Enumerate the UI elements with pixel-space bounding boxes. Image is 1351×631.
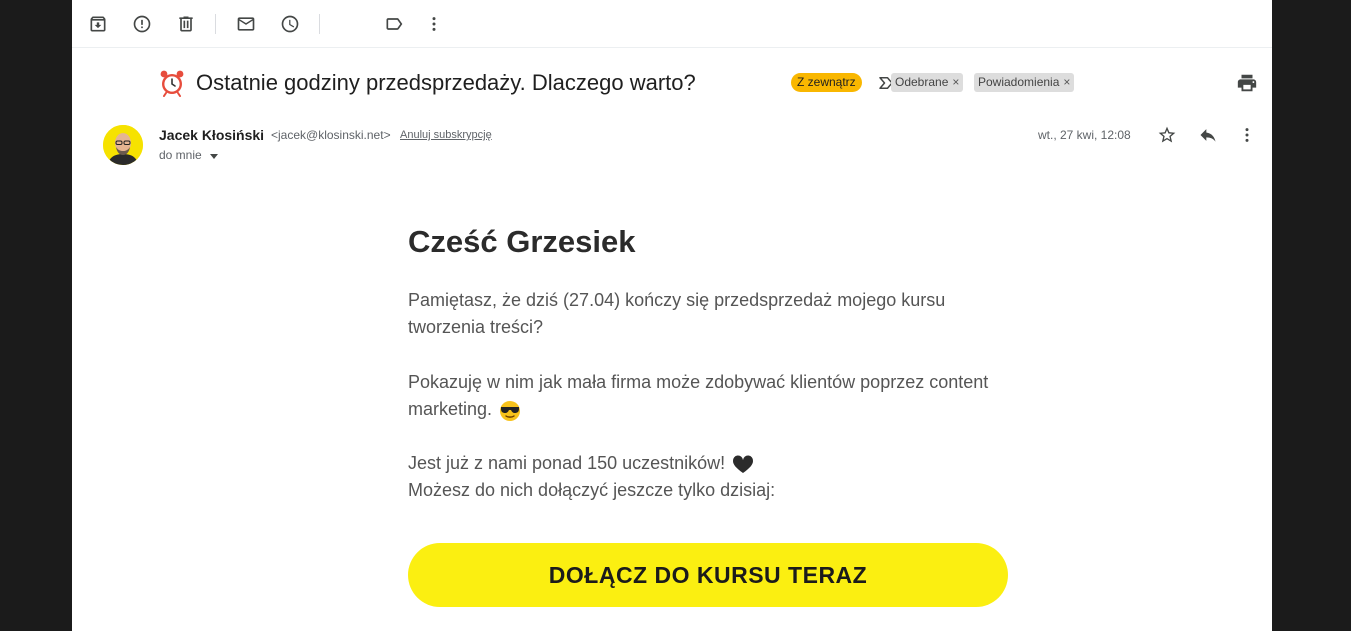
mark-unread-icon[interactable] (230, 8, 262, 40)
label-chip-inbox[interactable]: Odebrane × (891, 73, 964, 92)
toolbar-divider (319, 14, 320, 34)
body-paragraph: Pamiętasz, że dziś (27.04) kończy się pr… (408, 290, 946, 337)
snooze-icon[interactable] (274, 8, 306, 40)
label-chip-notifications[interactable]: Powiadomienia × (974, 73, 1075, 92)
remove-label-icon[interactable]: × (952, 75, 959, 89)
subject-row: Ostatnie godziny przedsprzedaży. Dlaczeg… (158, 68, 1258, 98)
alarm-clock-icon (160, 70, 184, 97)
reply-icon[interactable] (1196, 123, 1220, 147)
more-options-icon[interactable] (418, 8, 450, 40)
recipient-text: do mnie (159, 148, 202, 162)
print-icon[interactable] (1236, 72, 1258, 94)
email-date: wt., 27 kwi, 12:08 (1038, 128, 1131, 142)
sender-email: <jacek@klosinski.net> (271, 128, 391, 142)
body-paragraph-text: Jest już z nami ponad 150 uczestników! (408, 453, 726, 473)
remove-label-icon[interactable]: × (1063, 75, 1070, 89)
sender-name: Jacek Kłosiński (159, 127, 265, 143)
body-paragraph-text: Pokazuję w nim jak mała firma może zdoby… (408, 372, 989, 419)
black-heart-icon (733, 455, 754, 474)
email-greeting: Cześć Grzesiek (408, 224, 636, 259)
more-actions-icon[interactable] (1235, 123, 1259, 147)
body-paragraph-text: Możesz do nich dołączyć jeszcze tylko dz… (408, 480, 776, 500)
recipient-details-chevron-down-icon[interactable] (208, 151, 220, 161)
sunglasses-emoji-icon (500, 401, 521, 422)
external-badge: Z zewnątrz (791, 73, 862, 92)
join-course-button[interactable]: DOŁĄCZ DO KURSU TERAZ (408, 543, 1008, 607)
delete-icon[interactable] (170, 8, 202, 40)
email-view: Ostatnie godziny przedsprzedaży. Dlaczeg… (72, 0, 1272, 631)
label-chip-text: Powiadomienia (978, 75, 1060, 89)
unsubscribe-link[interactable]: Anuluj subskrypcję (400, 129, 492, 141)
toolbar-divider (215, 14, 216, 34)
archive-icon[interactable] (82, 8, 114, 40)
star-icon[interactable] (1155, 123, 1179, 147)
avatar-portrait-icon (103, 125, 143, 165)
body-paragraph: Jest już z nami ponad 150 uczestników! M… (408, 450, 1008, 504)
label-chip-text: Odebrane (895, 75, 949, 89)
label-icon[interactable] (378, 8, 410, 40)
sender-avatar[interactable] (103, 125, 143, 165)
report-spam-icon[interactable] (126, 8, 158, 40)
email-subject: Ostatnie godziny przedsprzedaży. Dlaczeg… (196, 70, 696, 95)
body-paragraph: Pokazuję w nim jak mała firma może zdoby… (408, 369, 1008, 423)
toolbar (72, 0, 1272, 48)
